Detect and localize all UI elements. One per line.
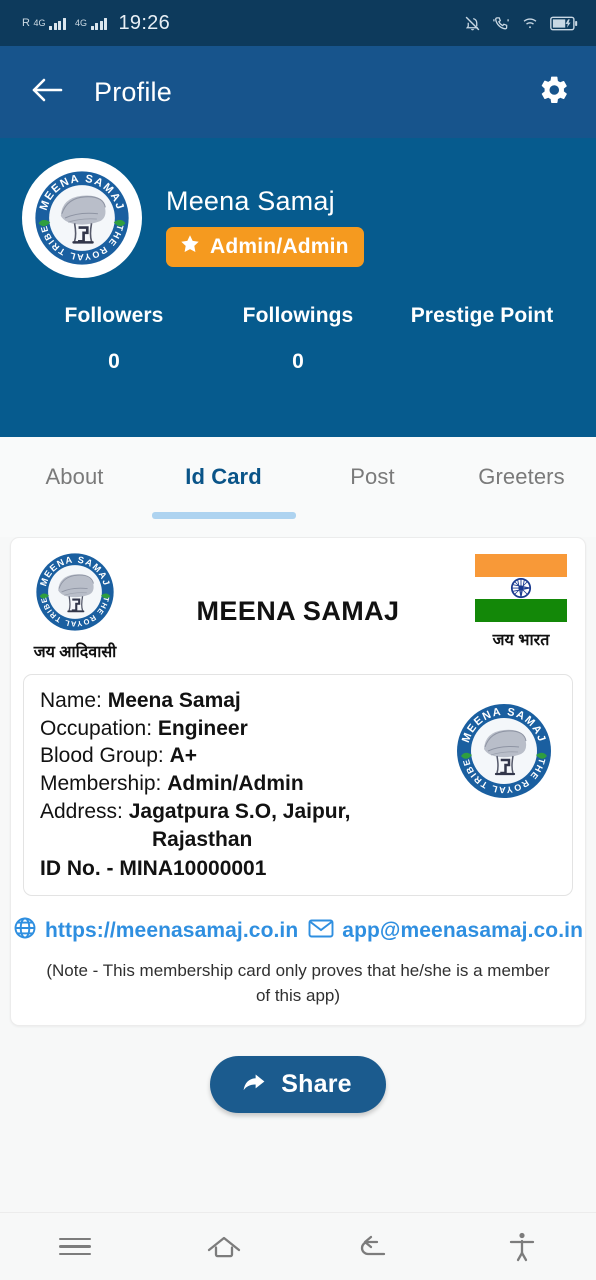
status-badge-label: Admin/Admin — [210, 234, 349, 258]
tab-indicator — [151, 512, 296, 519]
profile-tabs: About Id Card Post Greeters — [0, 437, 596, 537]
tab-greeters[interactable]: Greeters — [447, 464, 596, 490]
share-arrow-icon — [240, 1070, 268, 1099]
id-card-details: Name: Meena Samaj Occupation: Engineer B… — [23, 674, 573, 897]
stat-label: Followings — [242, 304, 354, 327]
field-address-line2: Rajasthan — [152, 827, 253, 851]
field-key: Blood Group: — [40, 744, 164, 768]
id-card-right-block: जय भारत — [469, 550, 573, 650]
field-occupation: Occupation: Engineer — [40, 715, 454, 743]
stat-label: Prestige Point — [410, 304, 554, 327]
page-title: Profile — [94, 76, 172, 107]
profile-stats: Followers 0 Followings 0 Prestige Point — [0, 304, 596, 374]
id-card-note: (Note - This membership card only proves… — [46, 961, 550, 1005]
status-bar-right — [464, 15, 578, 32]
vibrate-call-icon — [492, 15, 510, 32]
system-nav-bar — [0, 1212, 596, 1280]
tab-post[interactable]: Post — [298, 464, 447, 490]
tab-label: About — [45, 464, 104, 489]
profile-screen: R 4G 4G 19:26 Profile MEENA SAMAJ THE RO… — [0, 0, 596, 1280]
id-card-photo: MEENA SAMAJ THE ROYAL TRIBE — [454, 687, 558, 801]
status-bar-left: R 4G 4G 19:26 — [22, 12, 170, 35]
field-value: Meena Samaj — [107, 689, 241, 712]
id-card-field-list: Name: Meena Samaj Occupation: Engineer B… — [40, 687, 454, 881]
id-card-title-block: MEENA SAMAJ — [127, 550, 469, 627]
tab-label: Post — [350, 464, 395, 489]
field-name: Name: Meena Samaj — [40, 687, 454, 715]
email-link[interactable]: app@meenasamaj.co.in — [308, 917, 583, 944]
envelope-icon — [308, 917, 334, 944]
id-card-title: MEENA SAMAJ — [196, 596, 400, 626]
wifi-icon — [521, 16, 539, 30]
signal-bars-2-icon — [90, 17, 108, 30]
field-address: Address: Jagatpura S.O, Jaipur, — [40, 798, 454, 826]
field-membership: Membership: Admin/Admin — [40, 770, 454, 798]
recents-menu-icon[interactable] — [0, 1233, 149, 1261]
flag-saffron-band — [475, 554, 567, 577]
status-bar: R 4G 4G 19:26 — [0, 0, 596, 46]
accessibility-icon[interactable] — [447, 1231, 596, 1263]
field-blood-group: Blood Group: A+ — [40, 742, 454, 770]
field-key: Name: — [40, 689, 102, 712]
id-card-left-caption: जय आदिवासी — [33, 644, 117, 661]
star-icon — [179, 233, 201, 260]
home-icon[interactable] — [149, 1232, 298, 1262]
id-card-contacts: https://meenasamaj.co.in app@meenasamaj.… — [14, 916, 583, 945]
back-arrow-icon[interactable] — [30, 76, 64, 109]
id-card-panel: MEENA SAMAJ THE ROYAL TRIBE जय आदिवासी M… — [0, 537, 596, 1212]
app-bar: Profile — [0, 46, 596, 138]
id-card-right-caption: जय भारत — [492, 632, 550, 649]
stat-value: 0 — [108, 350, 120, 373]
tab-label: Greeters — [478, 464, 565, 489]
stat-value: 0 — [292, 350, 304, 373]
stat-prestige-point[interactable]: Prestige Point — [390, 304, 574, 374]
avatar[interactable]: MEENA SAMAJ THE ROYAL TRIBE — [22, 158, 142, 278]
field-key: Membership: — [40, 772, 162, 796]
email-text: app@meenasamaj.co.in — [342, 918, 584, 942]
roaming-indicator: R — [22, 17, 31, 29]
field-value: A+ — [169, 744, 198, 768]
meena-samaj-logo: MEENA SAMAJ THE ROYAL TRIBE — [30, 166, 134, 270]
network-type-1: 4G — [33, 18, 46, 28]
stat-label: Followers — [64, 304, 164, 327]
share-button[interactable]: Share — [210, 1055, 386, 1113]
profile-header: MEENA SAMAJ THE ROYAL TRIBE Meena Samaj … — [0, 138, 596, 437]
ashoka-chakra-icon — [510, 577, 532, 599]
flag-green-band — [475, 599, 567, 622]
tab-id-card[interactable]: Id Card — [149, 464, 298, 519]
profile-name: Meena Samaj — [166, 186, 335, 216]
profile-meta: Meena Samaj Admin/Admin — [166, 158, 364, 267]
website-text: https://meenasamaj.co.in — [44, 918, 299, 942]
network-type-2: 4G — [74, 18, 87, 28]
tab-label: Id Card — [185, 464, 262, 489]
share-button-label: Share — [281, 1069, 352, 1098]
field-value: Jagatpura S.O, Jaipur, — [128, 799, 351, 823]
id-card-left-block: MEENA SAMAJ THE ROYAL TRIBE जय आदिवासी — [23, 550, 127, 662]
field-value: Engineer — [157, 716, 248, 740]
back-icon[interactable] — [298, 1234, 447, 1260]
status-badge[interactable]: Admin/Admin — [166, 227, 364, 267]
tab-about[interactable]: About — [0, 464, 149, 490]
signal-bars-1-icon — [49, 17, 66, 30]
id-card: MEENA SAMAJ THE ROYAL TRIBE जय आदिवासी M… — [10, 537, 586, 1026]
clock: 19:26 — [118, 11, 171, 34]
profile-identity: MEENA SAMAJ THE ROYAL TRIBE Meena Samaj … — [0, 150, 596, 278]
stat-followers[interactable]: Followers 0 — [22, 304, 206, 374]
meena-samaj-logo: MEENA SAMAJ THE ROYAL TRIBE — [33, 550, 117, 634]
battery-icon — [550, 16, 578, 31]
field-key: Occupation: — [40, 716, 153, 740]
india-flag-icon — [475, 554, 567, 622]
share-section: Share — [10, 1055, 586, 1113]
globe-icon — [13, 916, 37, 945]
id-card-header: MEENA SAMAJ THE ROYAL TRIBE जय आदिवासी M… — [23, 550, 573, 662]
website-link[interactable]: https://meenasamaj.co.in — [13, 916, 298, 945]
field-key: Address: — [40, 799, 123, 823]
stat-followings[interactable]: Followings 0 — [206, 304, 390, 374]
gear-icon[interactable] — [538, 74, 570, 111]
field-value: Admin/Admin — [167, 772, 304, 796]
meena-samaj-logo: MEENA SAMAJ THE ROYAL TRIBE — [454, 701, 554, 801]
mute-bell-icon — [464, 15, 481, 32]
field-id-number: ID No. - MINA10000001 — [40, 857, 267, 881]
